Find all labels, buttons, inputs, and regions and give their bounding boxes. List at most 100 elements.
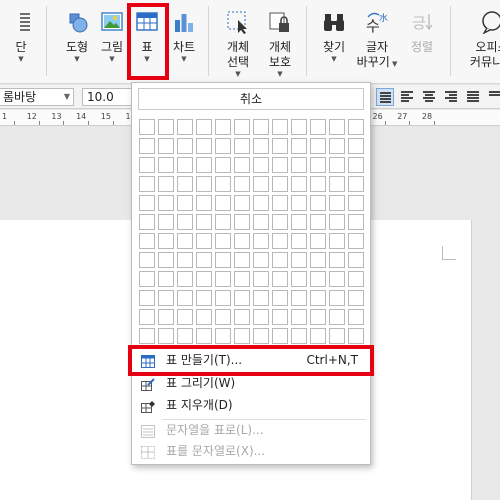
grid-cell[interactable]: [291, 138, 307, 154]
grid-cell[interactable]: [196, 157, 212, 173]
grid-cell[interactable]: [215, 157, 231, 173]
grid-cell[interactable]: [196, 176, 212, 192]
grid-cell[interactable]: [177, 176, 193, 192]
grid-cell[interactable]: [234, 328, 250, 344]
grid-cell[interactable]: [158, 271, 174, 287]
grid-cell[interactable]: [234, 309, 250, 325]
grid-cell[interactable]: [253, 157, 269, 173]
grid-cell[interactable]: [329, 233, 345, 249]
grid-cell[interactable]: [158, 214, 174, 230]
grid-cell[interactable]: [215, 309, 231, 325]
grid-cell[interactable]: [234, 195, 250, 211]
menu-item-table-eraser[interactable]: 표 지우개(D): [134, 395, 368, 416]
grid-cell[interactable]: [139, 252, 155, 268]
grid-cell[interactable]: [310, 233, 326, 249]
grid-cell[interactable]: [272, 328, 288, 344]
grid-cell[interactable]: [253, 233, 269, 249]
menu-item-text-to-table[interactable]: 문자열을 표로(L)...: [134, 420, 368, 441]
menu-item-table-to-text[interactable]: 표를 문자열로(X)...: [134, 441, 368, 462]
grid-cell[interactable]: [158, 233, 174, 249]
grid-cell[interactable]: [272, 233, 288, 249]
grid-cell[interactable]: [310, 176, 326, 192]
grid-cell[interactable]: [272, 252, 288, 268]
grid-cell[interactable]: [158, 195, 174, 211]
grid-cell[interactable]: [139, 309, 155, 325]
grid-cell[interactable]: [196, 309, 212, 325]
grid-cell[interactable]: [215, 271, 231, 287]
grid-cell[interactable]: [215, 195, 231, 211]
grid-cell[interactable]: [158, 157, 174, 173]
grid-cell[interactable]: [291, 309, 307, 325]
grid-cell[interactable]: [272, 138, 288, 154]
grid-cell[interactable]: [158, 138, 174, 154]
grid-cell[interactable]: [310, 214, 326, 230]
office-communicator-button[interactable]: 오피스커뮤니케: [462, 6, 500, 70]
grid-cell[interactable]: [291, 328, 307, 344]
grid-cell[interactable]: [348, 195, 364, 211]
grid-cell[interactable]: [348, 271, 364, 287]
grid-cell[interactable]: [310, 119, 326, 135]
grid-cell[interactable]: [253, 176, 269, 192]
grid-cell[interactable]: [234, 138, 250, 154]
grid-cell[interactable]: [177, 252, 193, 268]
grid-cell[interactable]: [253, 119, 269, 135]
grid-cell[interactable]: [177, 119, 193, 135]
grid-cell[interactable]: [196, 214, 212, 230]
grid-cell[interactable]: [291, 214, 307, 230]
grid-cell[interactable]: [158, 328, 174, 344]
right-align-button[interactable]: [442, 88, 460, 106]
left-align-button[interactable]: [398, 88, 416, 106]
grid-cell[interactable]: [158, 119, 174, 135]
grid-cell[interactable]: [139, 195, 155, 211]
menu-item-draw-table[interactable]: 표 그리기(W): [134, 373, 368, 394]
grid-cell[interactable]: [139, 138, 155, 154]
grid-cell[interactable]: [177, 328, 193, 344]
grid-cell[interactable]: [234, 290, 250, 306]
grid-cell[interactable]: [196, 119, 212, 135]
grid-cell[interactable]: [329, 328, 345, 344]
grid-cell[interactable]: [310, 157, 326, 173]
grid-cell[interactable]: [139, 290, 155, 306]
grid-cell[interactable]: [196, 290, 212, 306]
grid-cell[interactable]: [234, 119, 250, 135]
grid-cell[interactable]: [177, 214, 193, 230]
grid-cell[interactable]: [310, 328, 326, 344]
grid-cell[interactable]: [272, 119, 288, 135]
find-button[interactable]: 찾기 ▼: [312, 6, 356, 64]
grid-cell[interactable]: [329, 138, 345, 154]
grid-cell[interactable]: [215, 290, 231, 306]
grid-cell[interactable]: [196, 233, 212, 249]
grid-cell[interactable]: [215, 138, 231, 154]
grid-cell[interactable]: [196, 252, 212, 268]
grid-cell[interactable]: [196, 138, 212, 154]
grid-cell[interactable]: [272, 271, 288, 287]
grid-cell[interactable]: [139, 328, 155, 344]
grid-cell[interactable]: [158, 309, 174, 325]
cancel-button[interactable]: 취소: [138, 88, 364, 110]
grid-cell[interactable]: [234, 233, 250, 249]
grid-cell[interactable]: [139, 214, 155, 230]
grid-cell[interactable]: [215, 214, 231, 230]
grid-cell[interactable]: [291, 157, 307, 173]
grid-cell[interactable]: [196, 195, 212, 211]
grid-cell[interactable]: [348, 290, 364, 306]
grid-cell[interactable]: [348, 214, 364, 230]
grid-cell[interactable]: [272, 214, 288, 230]
grid-cell[interactable]: [310, 252, 326, 268]
grid-cell[interactable]: [177, 233, 193, 249]
grid-cell[interactable]: [234, 176, 250, 192]
grid-cell[interactable]: [177, 138, 193, 154]
grid-cell[interactable]: [196, 328, 212, 344]
grid-cell[interactable]: [348, 176, 364, 192]
font-name-select[interactable]: 롬바탕 ▼: [0, 88, 74, 106]
replace-button[interactable]: 수 水 글자 바꾸기 ▼: [355, 6, 399, 70]
grid-cell[interactable]: [215, 328, 231, 344]
grid-cell[interactable]: [310, 195, 326, 211]
grid-cell[interactable]: [234, 271, 250, 287]
grid-cell[interactable]: [215, 119, 231, 135]
grid-cell[interactable]: [139, 233, 155, 249]
grid-cell[interactable]: [291, 119, 307, 135]
grid-cell[interactable]: [158, 176, 174, 192]
distribute-align-button[interactable]: [464, 88, 482, 106]
grid-cell[interactable]: [348, 157, 364, 173]
